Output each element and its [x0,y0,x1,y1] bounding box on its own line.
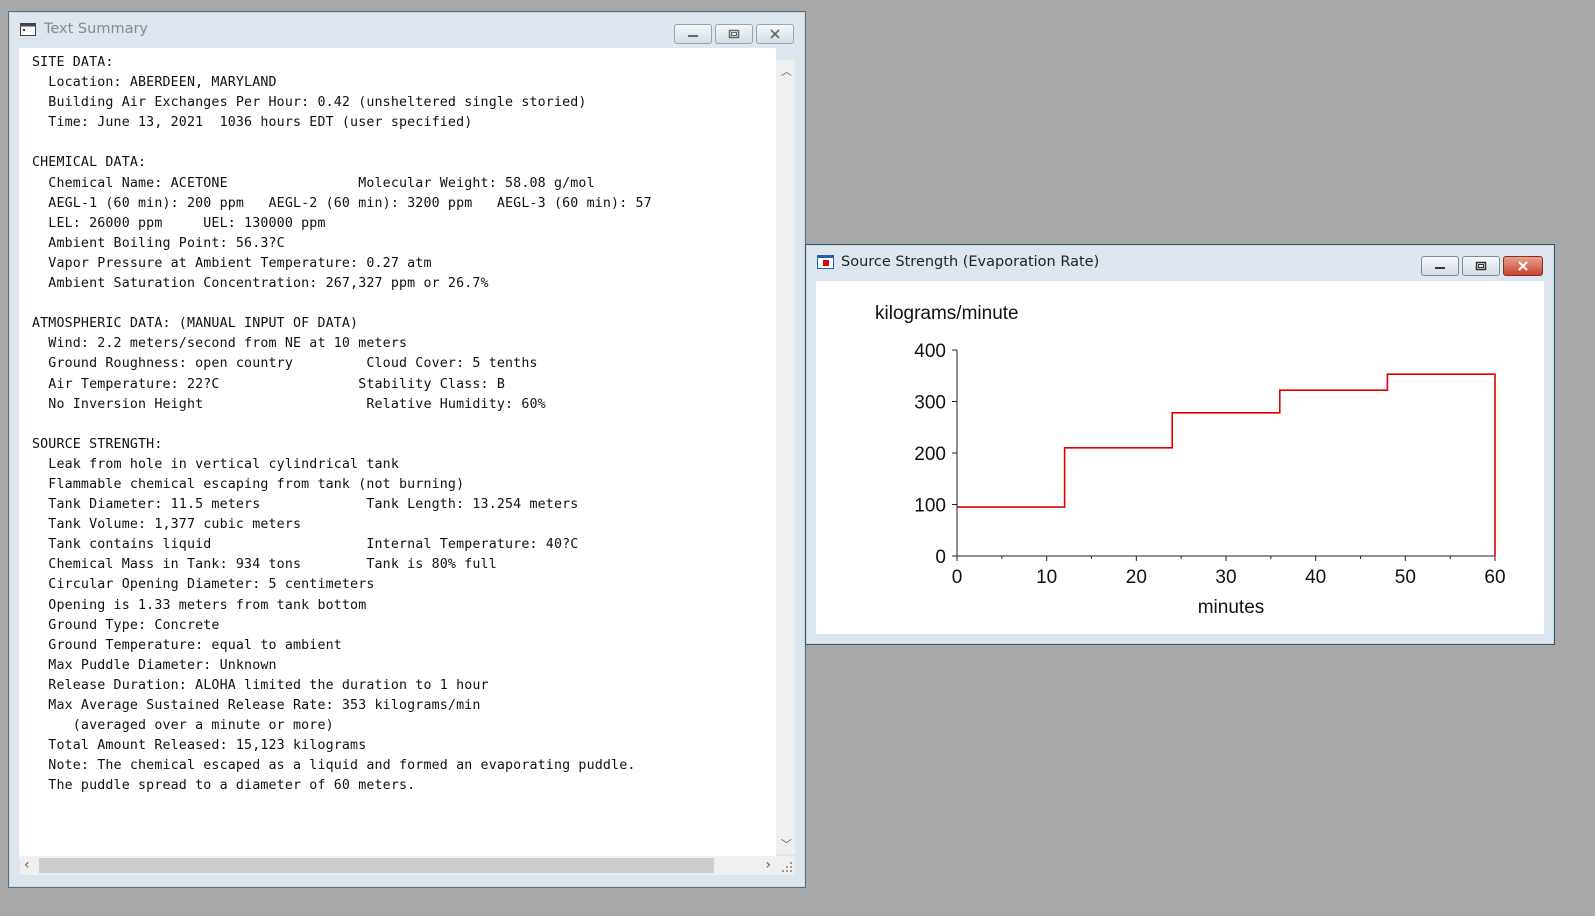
text-summary-window: Text Summary SITE DATA: Location: ABERDE… [8,11,806,888]
horizontal-scroll-thumb[interactable] [39,858,714,873]
summary-line: Chemical Mass in Tank: 934 tons Tank is … [32,557,497,573]
summary-line: Ground Type: Concrete [32,617,220,633]
summary-line: ATMOSPHERIC DATA: (MANUAL INPUT OF DATA) [32,316,359,332]
summary-line: Total Amount Released: 15,123 kilograms [32,738,367,754]
summary-line: Release Duration: ALOHA limited the dura… [32,677,489,693]
y-tick-label: 200 [914,444,946,465]
summary-line: The puddle spread to a diameter of 60 me… [32,778,416,794]
summary-line: Location: ABERDEEN, MARYLAND [32,75,277,91]
summary-line: Max Puddle Diameter: Unknown [32,657,277,673]
scroll-down-arrow-icon[interactable]: ﹀ [781,836,792,852]
resize-grip-icon[interactable] [776,856,795,875]
x-tick-label: 40 [1305,567,1326,588]
x-axis-label: minutes [1198,597,1265,618]
maximize-button[interactable] [715,24,753,44]
summary-line: Tank Volume: 1,377 cubic meters [32,517,302,533]
source-strength-title: Source Strength (Evaporation Rate) [841,254,1100,270]
summary-line: Tank Diameter: 11.5 meters Tank Length: … [32,497,579,513]
maximize-icon [728,29,740,39]
x-tick-label: 0 [952,567,963,588]
y-tick-label: 300 [914,393,946,414]
summary-line: Building Air Exchanges Per Hour: 0.42 (u… [32,95,587,111]
summary-line: Air Temperature: 22?C Stability Class: B [32,376,506,392]
summary-line: Opening is 1.33 meters from tank bottom [32,597,367,613]
summary-line: AEGL-1 (60 min): 200 ppm AEGL-2 (60 min)… [32,195,652,211]
summary-text: SITE DATA: Location: ABERDEEN, MARYLAND … [19,48,776,796]
scroll-left-arrow-icon[interactable]: ‹ [24,857,30,873]
summary-line: (averaged over a minute or more) [32,718,334,734]
summary-line: Time: June 13, 2021 1036 hours EDT (user… [32,115,473,131]
y-tick-label: 400 [914,341,946,362]
close-icon [1518,261,1528,271]
text-summary-title: Text Summary [44,21,149,37]
summary-line: SOURCE STRENGTH: [32,436,163,452]
summary-line: Ambient Saturation Concentration: 267,32… [32,276,489,292]
horizontal-scrollbar[interactable]: ‹ › [20,856,776,875]
source-strength-titlebar[interactable]: Source Strength (Evaporation Rate) [806,245,1554,279]
scroll-right-arrow-icon[interactable]: › [765,857,771,873]
summary-line: Leak from hole in vertical cylindrical t… [32,456,399,472]
summary-line: LEL: 26000 ppm UEL: 130000 ppm [32,215,326,231]
minimize-button[interactable] [1421,256,1459,276]
summary-line: Flammable chemical escaping from tank (n… [32,476,465,492]
summary-line: Circular Opening Diameter: 5 centimeters [32,577,375,593]
x-tick-label: 30 [1215,567,1236,588]
window-app-icon [19,22,37,36]
y-axis-label: kilograms/minute [875,303,1019,324]
text-summary-content[interactable]: SITE DATA: Location: ABERDEEN, MARYLAND … [19,48,776,858]
source-strength-window: Source Strength (Evaporation Rate) kilog… [805,244,1555,645]
summary-line: Ambient Boiling Point: 56.3?C [32,235,285,251]
minimize-icon [688,35,698,37]
graph-app-icon [816,255,834,269]
summary-line: CHEMICAL DATA: [32,155,147,171]
maximize-button[interactable] [1462,256,1500,276]
summary-line: No Inversion Height Relative Humidity: 6… [32,396,546,412]
close-icon [770,29,780,39]
x-tick-label: 50 [1395,567,1416,588]
vertical-scrollbar[interactable]: ︿ ﹀ [776,60,795,854]
scroll-up-arrow-icon[interactable]: ︿ [781,63,792,79]
summary-line: SITE DATA: [32,55,114,70]
text-summary-titlebar[interactable]: Text Summary [9,12,805,46]
minimize-button[interactable] [674,24,712,44]
y-tick-label: 100 [914,496,946,517]
text-summary-window-controls [674,24,794,44]
summary-line: Note: The chemical escaped as a liquid a… [32,758,636,774]
evaporation-rate-line [957,373,1496,556]
summary-line: Chemical Name: ACETONE Molecular Weight:… [32,175,595,191]
x-tick-label: 20 [1126,567,1147,588]
chart-area: kilograms/minute minutes 0 100 200 300 400 0 1… [816,281,1544,634]
y-tick-label: 0 [935,547,946,568]
x-tick-label: 60 [1484,567,1505,588]
source-strength-window-controls [1421,256,1543,276]
x-tick-label: 10 [1036,567,1057,588]
close-button[interactable] [1503,256,1543,276]
summary-line: Wind: 2.2 meters/second from NE at 10 me… [32,336,408,352]
summary-line: Ground Temperature: equal to ambient [32,637,342,653]
summary-line: Max Average Sustained Release Rate: 353 … [32,698,481,713]
summary-line: Vapor Pressure at Ambient Temperature: 0… [32,255,432,271]
summary-line: Tank contains liquid Internal Temperatur… [32,537,579,553]
maximize-icon [1475,261,1487,271]
evaporation-rate-chart: kilograms/minute minutes 0 100 200 300 400 0 1… [875,303,1506,618]
close-button[interactable] [756,24,794,44]
minimize-icon [1435,267,1445,269]
summary-line: Ground Roughness: open country Cloud Cov… [32,356,538,372]
